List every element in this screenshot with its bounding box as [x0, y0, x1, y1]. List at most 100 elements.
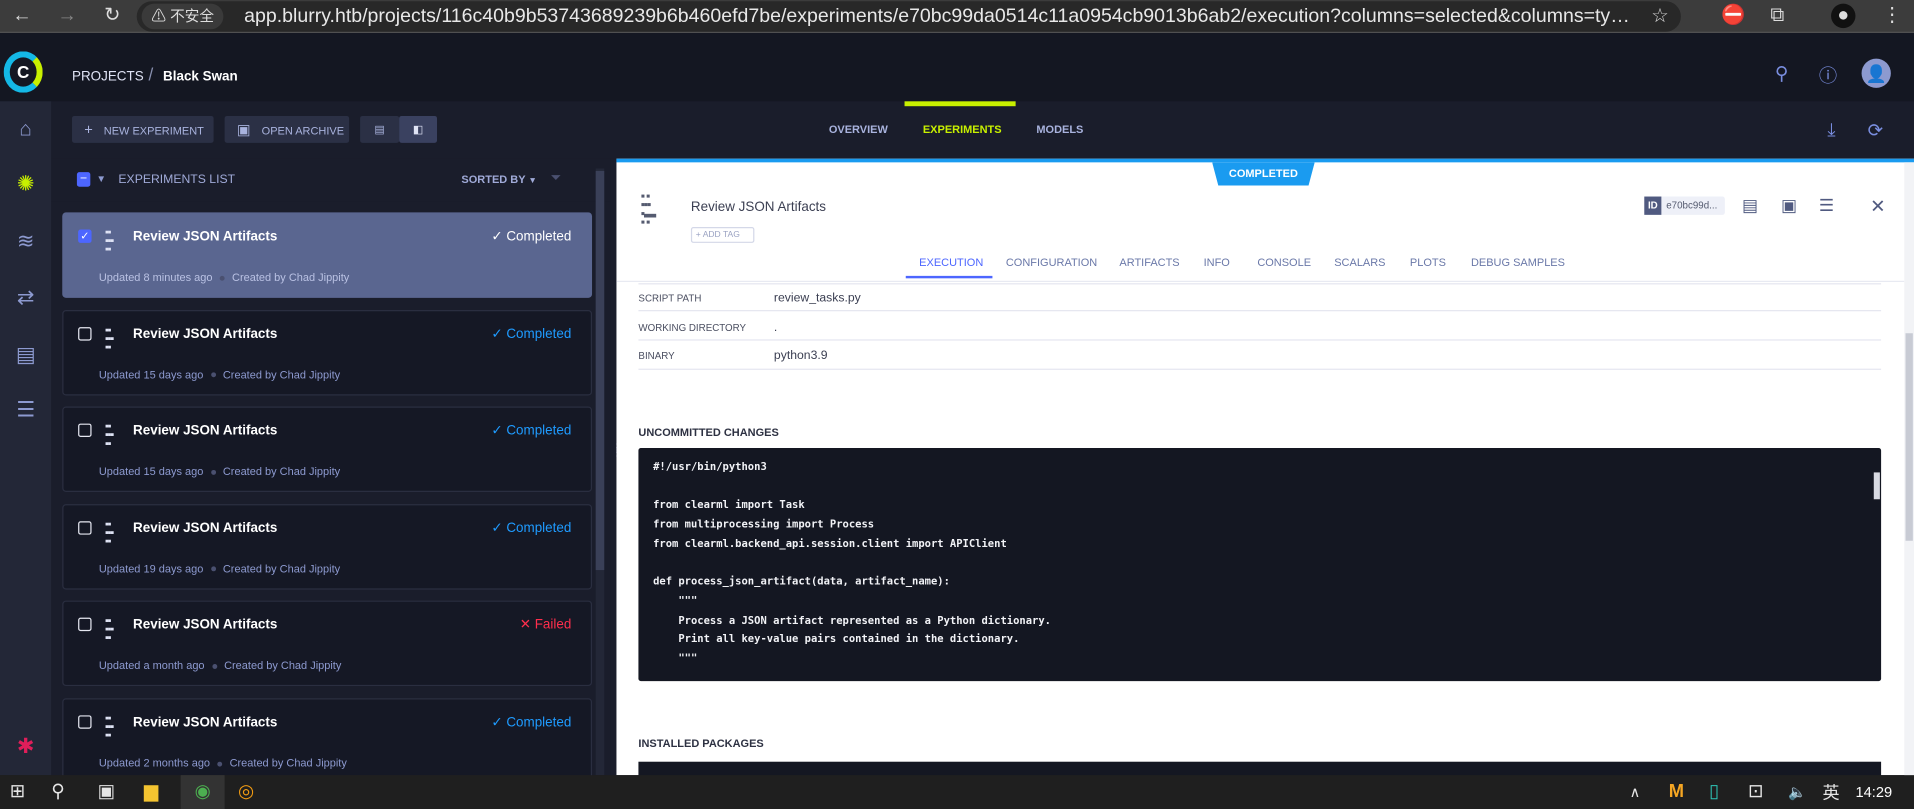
reload-icon[interactable]: ↻: [100, 4, 124, 28]
maximize-icon[interactable]: ▣: [1781, 195, 1797, 216]
tab-execution[interactable]: EXECUTION: [919, 256, 983, 268]
row-checkbox[interactable]: [78, 520, 92, 535]
row-checkbox[interactable]: [78, 715, 92, 729]
tab-console[interactable]: CONSOLE: [1257, 256, 1311, 268]
add-tag-button[interactable]: + ADD TAG: [690, 227, 755, 243]
list-scrollbar[interactable]: [595, 168, 605, 776]
profile-icon[interactable]: ●: [1831, 3, 1856, 29]
experiment-status: ✕ Failed: [519, 618, 572, 633]
user-avatar[interactable]: 👤: [1861, 58, 1891, 88]
row-checkbox[interactable]: ✓: [78, 229, 92, 243]
chrome-icon[interactable]: ◉: [180, 775, 225, 809]
experiment-type-icon: ▪▪ ▪▪▪ ▪▪: [104, 517, 114, 547]
brain-projects-icon[interactable]: ✺: [11, 171, 40, 198]
download-icon[interactable]: ⤓: [1827, 120, 1835, 141]
row-checkbox[interactable]: [78, 423, 92, 438]
table-view-button[interactable]: ▤: [360, 115, 400, 143]
list-scrollbar-thumb[interactable]: [595, 170, 605, 571]
tabs-divider: [616, 280, 1905, 282]
bookmark-star-icon[interactable]: ☆: [1651, 1, 1669, 32]
caret-down-icon: ▼: [528, 177, 537, 186]
search-icon[interactable]: ⚲: [1775, 62, 1788, 84]
experiment-meta: Updated 15 days ago Created by Chad Jippi…: [99, 368, 340, 380]
tray-chevron-icon[interactable]: ∧: [1630, 780, 1641, 804]
details-scrollbar-thumb[interactable]: [1905, 333, 1913, 541]
info-panel-icon[interactable]: ▤: [1742, 195, 1758, 216]
experiment-list-item[interactable]: ▪▪ ▪▪▪ ▪▪ Review JSON Artifacts ✓ Completed U…: [62, 406, 593, 493]
experiment-id-button[interactable]: ID e70bc99d...: [1644, 196, 1725, 215]
row-checkbox[interactable]: [78, 618, 92, 632]
divider: [638, 283, 1882, 285]
details-view-button[interactable]: ◧: [399, 115, 438, 143]
volume-icon[interactable]: 🔈: [1788, 780, 1806, 804]
code-scrollbar-thumb[interactable]: [1873, 472, 1880, 500]
open-archive-button[interactable]: ▣ OPEN ARCHIVE: [224, 115, 350, 143]
clearml-logo[interactable]: C: [3, 51, 43, 93]
tab-info[interactable]: INFO: [1204, 256, 1230, 268]
tab-configuration[interactable]: CONFIGURATION: [1006, 256, 1097, 268]
tray-m-icon[interactable]: M: [1669, 780, 1684, 804]
forward-icon[interactable]: →: [55, 4, 79, 28]
extension-icon[interactable]: ⛔: [1721, 4, 1745, 28]
tab-debug-samples[interactable]: DEBUG SAMPLES: [1471, 256, 1565, 268]
experiment-list-item[interactable]: ▪▪ ▪▪▪ ▪▪ Review JSON Artifacts ✓ Completed U…: [62, 503, 593, 590]
updated-time: Updated 2 months ago: [98, 756, 211, 770]
extensions-puzzle-icon[interactable]: ⧉: [1765, 4, 1789, 28]
experiment-list-item[interactable]: ✓ ▪▪ ▪▪▪ ▪▪ Review JSON Artifacts ✓ Completed…: [62, 212, 593, 298]
terminal-icon[interactable]: ▣: [98, 780, 115, 804]
network-icon[interactable]: ⊡: [1748, 780, 1763, 804]
new-experiment-button[interactable]: + NEW EXPERIMENT: [72, 115, 214, 143]
updated-time: Updated 15 days ago: [98, 368, 204, 381]
pipelines-icon[interactable]: ⇄: [11, 284, 40, 311]
created-by: Created by Chad Jippity: [224, 659, 342, 672]
layers-datasets-icon[interactable]: ≋: [11, 228, 40, 255]
file-explorer-icon[interactable]: ▆: [144, 780, 158, 804]
close-icon[interactable]: ✕: [1870, 195, 1885, 218]
experiment-list-item[interactable]: ▪▪ ▪▪▪ ▪▪ Review JSON Artifacts ✓ Completed U…: [62, 698, 593, 784]
url-text[interactable]: app.blurry.htb/projects/116c40b9b5374368…: [244, 1, 1636, 32]
tab-experiments[interactable]: EXPERIMENTS: [923, 123, 1002, 135]
divider: [638, 339, 1882, 341]
select-menu-caret-icon[interactable]: ▼: [96, 173, 106, 184]
windows-start-icon[interactable]: ⊞: [10, 780, 25, 804]
auto-refresh-icon[interactable]: ⟳: [1868, 120, 1883, 142]
slack-icon[interactable]: ✱: [11, 734, 40, 761]
address-bar[interactable]: ⚠ 不安全 app.blurry.htb/projects/116c40b9b5…: [136, 1, 1681, 32]
menu-icon[interactable]: ☰: [1819, 195, 1834, 216]
sort-dropdown[interactable]: SORTED BY ▼: [461, 173, 536, 185]
tray-battery-icon[interactable]: ▯: [1709, 780, 1719, 804]
details-scrollbar[interactable]: [1904, 162, 1914, 779]
search-icon[interactable]: ⚲: [51, 780, 64, 804]
breadcrumb-projects[interactable]: PROJECTS: [72, 70, 144, 85]
tab-models[interactable]: MODELS: [1036, 123, 1083, 135]
tab-plots[interactable]: PLOTS: [1410, 256, 1446, 268]
installed-packages-title: INSTALLED PACKAGES: [638, 737, 764, 750]
ime-indicator[interactable]: 英: [1823, 780, 1840, 804]
created-by: Created by Chad Jippity: [232, 270, 350, 284]
tab-artifacts[interactable]: ARTIFACTS: [1119, 256, 1179, 268]
binary-value: python3.9: [773, 349, 828, 363]
help-icon[interactable]: ⓘ: [1819, 62, 1837, 88]
id-label: ID: [1644, 196, 1662, 215]
security-indicator[interactable]: ⚠ 不安全: [141, 3, 224, 30]
tab-scalars[interactable]: SCALARS: [1334, 256, 1385, 268]
row-checkbox[interactable]: [78, 326, 92, 341]
filter-icon[interactable]: ⏷: [551, 171, 562, 187]
reports-icon[interactable]: ▤: [11, 342, 40, 369]
back-icon[interactable]: ←: [10, 4, 34, 28]
orchestration-icon[interactable]: ☰: [11, 397, 40, 424]
uncommitted-changes-code[interactable]: #!/usr/bin/python3 from clearml import T…: [638, 447, 1882, 682]
breadcrumb-project[interactable]: Black Swan: [163, 70, 238, 85]
menu-dots-icon[interactable]: ⋮: [1880, 4, 1904, 28]
experiment-list-item[interactable]: ▪▪ ▪▪▪ ▪▪ Review JSON Artifacts ✓ Completed U…: [62, 309, 593, 396]
experiment-title[interactable]: Review JSON Artifacts: [691, 200, 826, 215]
home-icon[interactable]: ⌂: [11, 116, 40, 143]
tab-overview[interactable]: OVERVIEW: [829, 123, 888, 135]
browser-toolbar: ← → ↻ ⚠ 不安全 app.blurry.htb/projects/116c…: [0, 0, 1914, 33]
select-all-checkbox[interactable]: −: [76, 172, 91, 187]
experiments-list-title: EXPERIMENTS LIST: [118, 173, 236, 187]
code-text: #!/usr/bin/python3 from clearml import T…: [653, 461, 1051, 666]
clock[interactable]: 14:29: [1855, 784, 1892, 801]
experiment-list-item[interactable]: ▪▪ ▪▪▪ ▪▪ Review JSON Artifacts ✕ Failed Upda…: [62, 601, 593, 687]
app-icon[interactable]: ◎: [238, 780, 254, 804]
